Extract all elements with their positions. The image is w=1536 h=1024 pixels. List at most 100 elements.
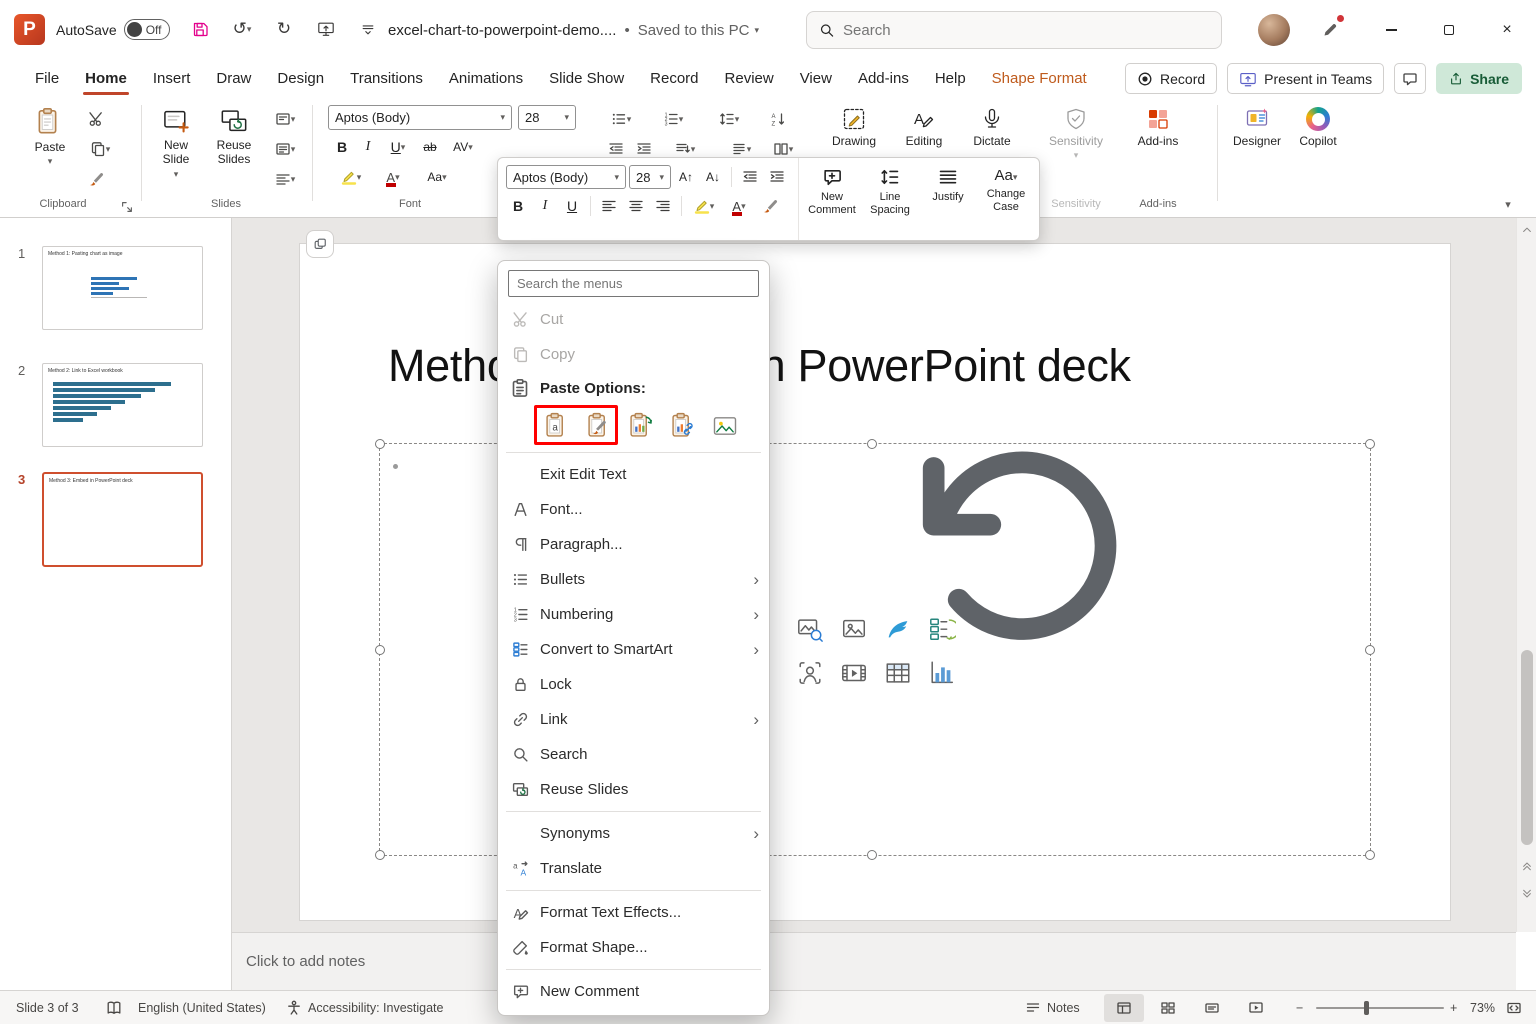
menu-item-search[interactable]: Search xyxy=(498,737,769,772)
close-button[interactable]: × xyxy=(1478,0,1536,60)
next-slide-button[interactable] xyxy=(1519,886,1535,902)
copy-button[interactable]: ▾ xyxy=(84,137,116,161)
record-button[interactable]: Record xyxy=(1125,63,1217,94)
paste-button[interactable]: Paste▾ xyxy=(24,103,76,166)
designer-button[interactable]: Designer xyxy=(1228,103,1286,148)
zoom-track[interactable] xyxy=(1316,1007,1444,1009)
autosave-toggle[interactable]: Off xyxy=(124,19,170,40)
search-input[interactable] xyxy=(843,22,1209,39)
line-spacing-button[interactable]: ▾ xyxy=(712,107,746,131)
grow-font-button[interactable]: A↑ xyxy=(674,165,698,189)
new-slide-button[interactable]: New Slide▾ xyxy=(150,103,202,179)
paste-option-embed-workbook[interactable] xyxy=(626,411,656,441)
menu-item-copy[interactable]: Copy xyxy=(498,337,769,372)
zoom-out-button[interactable]: − xyxy=(1296,991,1303,1024)
mini-font-name-combo[interactable]: Aptos (Body)▾ xyxy=(506,165,626,189)
menu-search-box[interactable] xyxy=(508,270,759,297)
notes-toggle-button[interactable]: Notes xyxy=(1025,991,1080,1024)
save-button[interactable] xyxy=(186,14,214,44)
notes-pane[interactable]: Click to add notes xyxy=(232,932,1516,990)
menu-search-input[interactable] xyxy=(517,276,750,291)
reading-view-button[interactable] xyxy=(1192,994,1232,1022)
section-button[interactable]: ▾ xyxy=(268,167,302,191)
menu-item-numbering[interactable]: 123Numbering› xyxy=(498,597,769,632)
minimize-button[interactable] xyxy=(1362,0,1420,60)
resize-handle-w[interactable] xyxy=(375,645,385,655)
italic-button[interactable]: I xyxy=(533,194,557,218)
zoom-level[interactable]: 73% xyxy=(1470,991,1495,1024)
menu-item-paragraph[interactable]: Paragraph... xyxy=(498,527,769,562)
normal-view-button[interactable] xyxy=(1104,994,1144,1022)
font-color-button[interactable]: A▾ xyxy=(376,165,410,189)
menu-item-reuse-slides[interactable]: Reuse Slides xyxy=(498,772,769,807)
clipboard-dialog-launcher[interactable] xyxy=(120,200,134,214)
change-case-button[interactable]: Aa▾ Change Case xyxy=(977,163,1035,235)
previous-slide-button[interactable] xyxy=(1519,858,1535,874)
maximize-button[interactable] xyxy=(1420,0,1478,60)
slide-indicator[interactable]: Slide 3 of 3 xyxy=(16,991,79,1024)
resize-handle-nw[interactable] xyxy=(375,439,385,449)
menu-item-bullets[interactable]: Bullets› xyxy=(498,562,769,597)
bullets-button[interactable]: ▾ xyxy=(604,107,638,131)
font-color-button[interactable]: A▾ xyxy=(723,194,755,218)
tab-animations[interactable]: Animations xyxy=(436,60,536,97)
highlight-color-button[interactable]: ▾ xyxy=(334,165,368,189)
menu-item-cut[interactable]: Cut xyxy=(498,302,769,337)
justify-button[interactable]: Justify xyxy=(919,163,977,235)
editing-button[interactable]: A Editing xyxy=(896,103,952,148)
align-right-button[interactable] xyxy=(651,194,675,218)
bold-button[interactable]: B xyxy=(506,194,530,218)
font-name-combo[interactable]: Aptos (Body)▾ xyxy=(328,105,512,130)
mini-font-size-combo[interactable]: 28▾ xyxy=(629,165,671,189)
insert-table-button[interactable] xyxy=(883,658,913,688)
sort-button[interactable]: AZ xyxy=(766,107,790,131)
menu-item-lock[interactable]: Lock xyxy=(498,667,769,702)
new-comment-button[interactable]: New Comment xyxy=(803,163,861,235)
insert-pictures-button[interactable] xyxy=(839,614,869,644)
menu-item-synonyms[interactable]: Synonyms› xyxy=(498,816,769,851)
search-box[interactable] xyxy=(806,11,1222,49)
scrollbar-thumb[interactable] xyxy=(1521,650,1533,845)
insert-video-button[interactable] xyxy=(839,658,869,688)
strikethrough-button[interactable]: ab xyxy=(418,135,442,159)
menu-item-link[interactable]: Link› xyxy=(498,702,769,737)
accessibility-status[interactable]: Accessibility: Investigate xyxy=(286,991,443,1024)
slide-corner-button[interactable] xyxy=(306,230,334,258)
comments-button[interactable] xyxy=(1394,63,1426,94)
add-ins-button[interactable]: Add-ins xyxy=(1126,103,1190,148)
menu-item-new-comment[interactable]: New Comment xyxy=(498,974,769,1009)
zoom-thumb[interactable] xyxy=(1364,1001,1369,1015)
spellcheck-button[interactable] xyxy=(106,991,122,1024)
italic-button[interactable]: I xyxy=(356,135,380,159)
present-in-teams-button[interactable]: Present in Teams xyxy=(1227,63,1384,94)
align-left-button[interactable] xyxy=(597,194,621,218)
slide-sorter-view-button[interactable] xyxy=(1148,994,1188,1022)
tab-record[interactable]: Record xyxy=(637,60,711,97)
resize-handle-ne[interactable] xyxy=(1365,439,1375,449)
menu-item-exit-edit-text[interactable]: Exit Edit Text xyxy=(498,457,769,492)
tab-design[interactable]: Design xyxy=(264,60,337,97)
menu-item-font[interactable]: Font... xyxy=(498,492,769,527)
increase-indent-button[interactable] xyxy=(765,165,789,189)
sensitivity-button[interactable]: Sensitivity▾ xyxy=(1040,103,1112,160)
tab-review[interactable]: Review xyxy=(712,60,787,97)
zoom-in-button[interactable]: + xyxy=(1450,991,1457,1024)
slide-thumbnail-1[interactable]: Method 1: Pasting chart as image xyxy=(42,246,203,330)
tab-view[interactable]: View xyxy=(787,60,845,97)
document-title[interactable]: excel-chart-to-powerpoint-demo.... • Sav… xyxy=(388,0,759,60)
numbering-button[interactable]: 123▾ xyxy=(656,107,690,131)
tab-shape-format[interactable]: Shape Format xyxy=(979,60,1100,97)
slide-thumbnail-2[interactable]: Method 2: Link to Excel workbook xyxy=(42,363,203,447)
tab-draw[interactable]: Draw xyxy=(203,60,264,97)
redo-button[interactable]: ↻ xyxy=(270,14,298,44)
resize-handle-n[interactable] xyxy=(867,439,877,449)
menu-item-translate[interactable]: aATranslate xyxy=(498,851,769,886)
tab-file[interactable]: File xyxy=(22,60,72,97)
tab-insert[interactable]: Insert xyxy=(140,60,204,97)
menu-item-format-text-effects[interactable]: AFormat Text Effects... xyxy=(498,895,769,930)
character-spacing-button[interactable]: AV▾ xyxy=(446,135,480,159)
change-case-button[interactable]: Aa▾ xyxy=(420,165,454,189)
format-painter-button[interactable] xyxy=(758,194,782,218)
menu-item-convert-to-smartart[interactable]: Convert to SmartArt› xyxy=(498,632,769,667)
slide[interactable]: Method 3: Embed in PowerPoint deck xyxy=(300,244,1450,920)
